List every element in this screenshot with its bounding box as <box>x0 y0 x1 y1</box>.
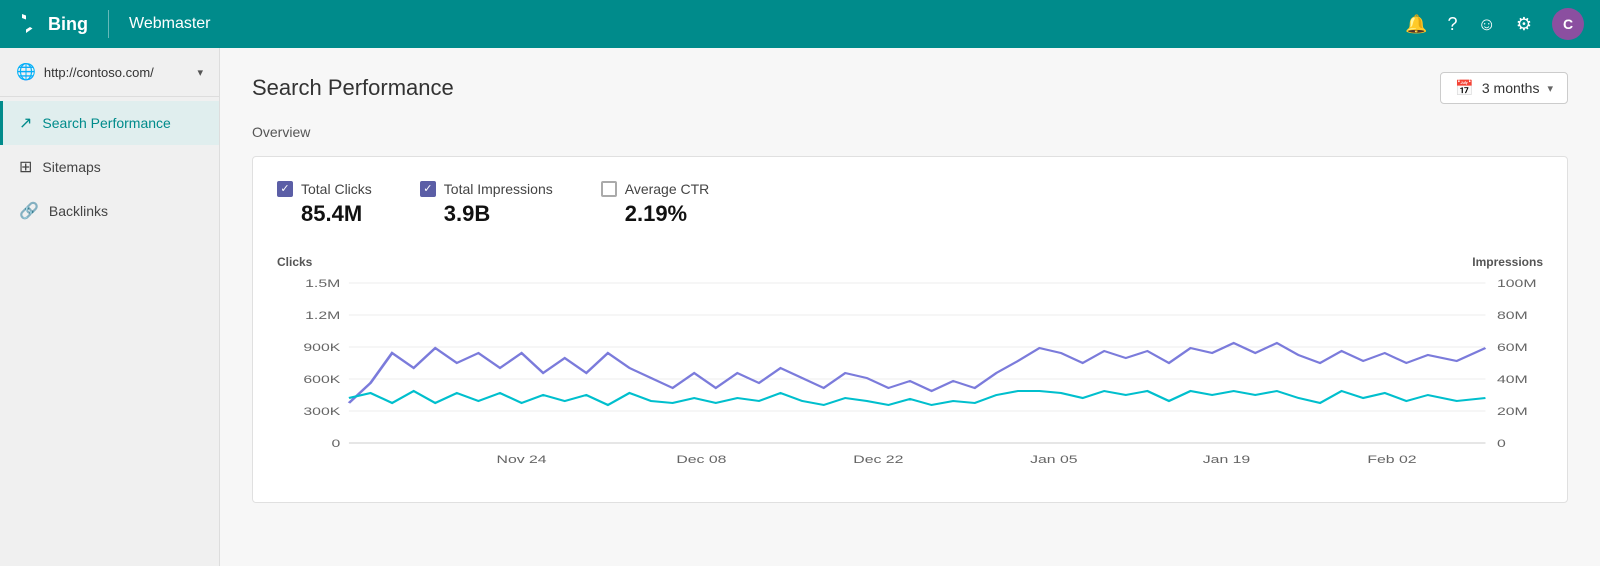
svg-text:Jan 05: Jan 05 <box>1030 453 1077 465</box>
bing-logo-icon <box>16 12 40 36</box>
topnav-logo: Bing <box>16 12 88 36</box>
total-clicks-label: Total Clicks <box>301 181 372 197</box>
link-icon: 🔗 <box>19 201 39 221</box>
svg-text:60M: 60M <box>1497 341 1528 353</box>
chart-area: Clicks Impressions 1.5M 1.2M 900K 600K <box>277 255 1543 478</box>
sidebar-item-sitemaps[interactable]: ⊞ Sitemaps <box>0 145 219 189</box>
sidebar-item-label-sitemaps: Sitemaps <box>42 159 100 175</box>
topnav: Bing Webmaster 🔔 ? ☺ ⚙ C <box>0 0 1600 48</box>
metric-average-ctr: Average CTR 2.19% <box>601 181 710 227</box>
svg-text:1.5M: 1.5M <box>305 277 340 289</box>
checkmark-icon: ✓ <box>280 184 289 195</box>
metric-total-impressions-header: ✓ Total Impressions <box>420 181 553 197</box>
svg-text:Dec 08: Dec 08 <box>676 453 726 465</box>
impressions-line <box>349 391 1486 405</box>
sidebar-item-backlinks[interactable]: 🔗 Backlinks <box>0 189 219 233</box>
total-impressions-value: 3.9B <box>420 201 553 227</box>
metrics-row: ✓ Total Clicks 85.4M ✓ Total Impressions… <box>277 181 1543 227</box>
avatar[interactable]: C <box>1552 8 1584 40</box>
metric-average-ctr-header: Average CTR <box>601 181 710 197</box>
sidebar-item-search-performance[interactable]: ↗ Search Performance <box>0 101 219 145</box>
chart-right-axis-label: Impressions <box>1472 255 1543 269</box>
layout: 🌐 http://contoso.com/ ▾ ↗ Search Perform… <box>0 48 1600 566</box>
sidebar-url-text: http://contoso.com/ <box>44 65 190 80</box>
svg-text:0: 0 <box>1497 437 1506 449</box>
svg-text:0: 0 <box>332 437 341 449</box>
total-clicks-checkbox[interactable]: ✓ <box>277 181 293 197</box>
svg-text:300K: 300K <box>303 405 340 417</box>
svg-text:80M: 80M <box>1497 309 1528 321</box>
svg-text:900K: 900K <box>303 341 340 353</box>
metric-total-impressions: ✓ Total Impressions 3.9B <box>420 181 553 227</box>
help-icon[interactable]: ? <box>1447 14 1457 35</box>
date-filter-label: 3 months <box>1482 80 1540 96</box>
topnav-app-name: Webmaster <box>129 15 211 33</box>
metric-total-clicks-header: ✓ Total Clicks <box>277 181 372 197</box>
main-header: Search Performance 📅 3 months ▾ <box>252 72 1568 104</box>
svg-text:Nov 24: Nov 24 <box>497 453 548 465</box>
page-title: Search Performance <box>252 75 454 101</box>
sidebar-item-label-search-performance: Search Performance <box>42 115 170 131</box>
main-content: Search Performance 📅 3 months ▾ Overview… <box>220 48 1600 566</box>
svg-text:1.2M: 1.2M <box>305 309 340 321</box>
checkmark-icon: ✓ <box>423 184 432 195</box>
settings-icon[interactable]: ⚙ <box>1516 14 1532 35</box>
sidebar-nav: ↗ Search Performance ⊞ Sitemaps 🔗 Backli… <box>0 97 219 233</box>
globe-icon: 🌐 <box>16 62 36 82</box>
svg-text:40M: 40M <box>1497 373 1528 385</box>
total-impressions-checkbox[interactable]: ✓ <box>420 181 436 197</box>
chevron-down-icon: ▾ <box>197 66 203 79</box>
clicks-line <box>349 343 1486 403</box>
topnav-divider <box>108 10 109 38</box>
calendar-icon: 📅 <box>1455 79 1474 97</box>
chart-axis-labels: Clicks Impressions <box>277 255 1543 269</box>
date-filter-button[interactable]: 📅 3 months ▾ <box>1440 72 1568 104</box>
svg-text:600K: 600K <box>303 373 340 385</box>
chart-left-axis-label: Clicks <box>277 255 312 269</box>
total-impressions-label: Total Impressions <box>444 181 553 197</box>
bell-icon[interactable]: 🔔 <box>1405 14 1427 35</box>
topnav-brand: Bing <box>48 14 88 35</box>
average-ctr-label: Average CTR <box>625 181 710 197</box>
svg-text:Jan 19: Jan 19 <box>1203 453 1250 465</box>
trending-up-icon: ↗ <box>19 113 32 133</box>
feedback-icon[interactable]: ☺ <box>1477 14 1495 35</box>
svg-text:100M: 100M <box>1497 277 1537 289</box>
svg-text:Dec 22: Dec 22 <box>853 453 903 465</box>
topnav-right: 🔔 ? ☺ ⚙ C <box>1405 8 1584 40</box>
sitemap-icon: ⊞ <box>19 157 32 177</box>
average-ctr-value: 2.19% <box>601 201 710 227</box>
total-clicks-value: 85.4M <box>277 201 372 227</box>
sidebar: 🌐 http://contoso.com/ ▾ ↗ Search Perform… <box>0 48 220 566</box>
chart-card: ✓ Total Clicks 85.4M ✓ Total Impressions… <box>252 156 1568 503</box>
overview-label: Overview <box>252 124 1568 140</box>
date-filter-chevron-icon: ▾ <box>1547 82 1553 95</box>
performance-chart: 1.5M 1.2M 900K 600K 300K 0 100M 80M 60M … <box>277 273 1543 473</box>
average-ctr-checkbox[interactable] <box>601 181 617 197</box>
svg-text:20M: 20M <box>1497 405 1528 417</box>
sidebar-url-selector[interactable]: 🌐 http://contoso.com/ ▾ <box>0 48 219 97</box>
sidebar-item-label-backlinks: Backlinks <box>49 203 108 219</box>
metric-total-clicks: ✓ Total Clicks 85.4M <box>277 181 372 227</box>
svg-text:Feb 02: Feb 02 <box>1367 453 1416 465</box>
